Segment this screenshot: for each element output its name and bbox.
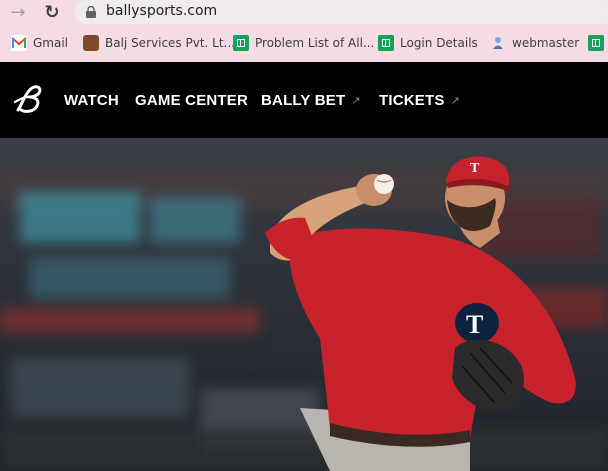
nav-tickets-label: TICKETS: [379, 92, 445, 109]
reload-icon[interactable]: ↻: [40, 2, 64, 23]
nav-game-center-label: GAME CENTER: [135, 92, 249, 109]
bookmark-gmail[interactable]: Gmail: [11, 35, 68, 51]
bookmark-overflow[interactable]: [588, 35, 608, 51]
bookmarks-bar: Gmail Balj Services Pvt. Lt... Problem L…: [0, 30, 608, 56]
nav-bally-bet-label: BALLY BET: [261, 92, 346, 109]
browser-chrome: → ↻ ballysports.com Gmail Balj Services …: [0, 0, 608, 62]
sheets-icon: [233, 35, 249, 51]
bookmark-login-details[interactable]: Login Details: [378, 35, 478, 51]
nav-game-center[interactable]: GAME CENTER: [135, 92, 248, 109]
nav-tickets[interactable]: TICKETS ↗: [379, 92, 460, 109]
back-arrow-icon[interactable]: →: [6, 2, 30, 23]
svg-text:T: T: [466, 310, 483, 339]
external-link-icon: ↗: [351, 94, 361, 107]
pitcher-photo: T T: [0, 138, 608, 471]
url-text: ballysports.com: [106, 3, 218, 19]
gmail-icon: [11, 35, 27, 51]
bookmark-label: Gmail: [33, 36, 69, 50]
bookmark-webmaster[interactable]: webmaster: [490, 35, 579, 51]
webmaster-icon: [493, 37, 503, 49]
hero-image: T T: [0, 138, 608, 471]
nav-watch[interactable]: WATCH: [64, 92, 119, 109]
bookmark-label: webmaster: [512, 36, 580, 50]
external-link-icon: ↗: [450, 94, 460, 107]
bookmark-label: Login Details: [400, 36, 478, 50]
site-header: WATCH GAME CENTER BALLY BET ↗ TICKETS ↗: [0, 62, 608, 138]
address-bar[interactable]: ballysports.com: [74, 0, 608, 24]
svg-text:T: T: [470, 161, 480, 176]
bookmark-problem-list[interactable]: Problem List of All...: [233, 35, 374, 51]
bookmark-label: Problem List of All...: [255, 36, 375, 50]
sheets-icon: [378, 35, 394, 51]
bookmark-label: Balj Services Pvt. Lt...: [105, 36, 235, 50]
twins-logo-icon: T: [455, 303, 499, 343]
sheets-icon: [588, 35, 604, 51]
lock-icon: [86, 6, 96, 18]
nav-watch-label: WATCH: [64, 92, 119, 109]
bookmark-balj[interactable]: Balj Services Pvt. Lt...: [83, 35, 235, 51]
balj-favicon: [83, 35, 99, 51]
address-row: → ↻ ballysports.com: [0, 0, 608, 28]
bally-logo-icon[interactable]: [12, 82, 50, 118]
nav-bally-bet[interactable]: BALLY BET ↗: [261, 92, 361, 109]
